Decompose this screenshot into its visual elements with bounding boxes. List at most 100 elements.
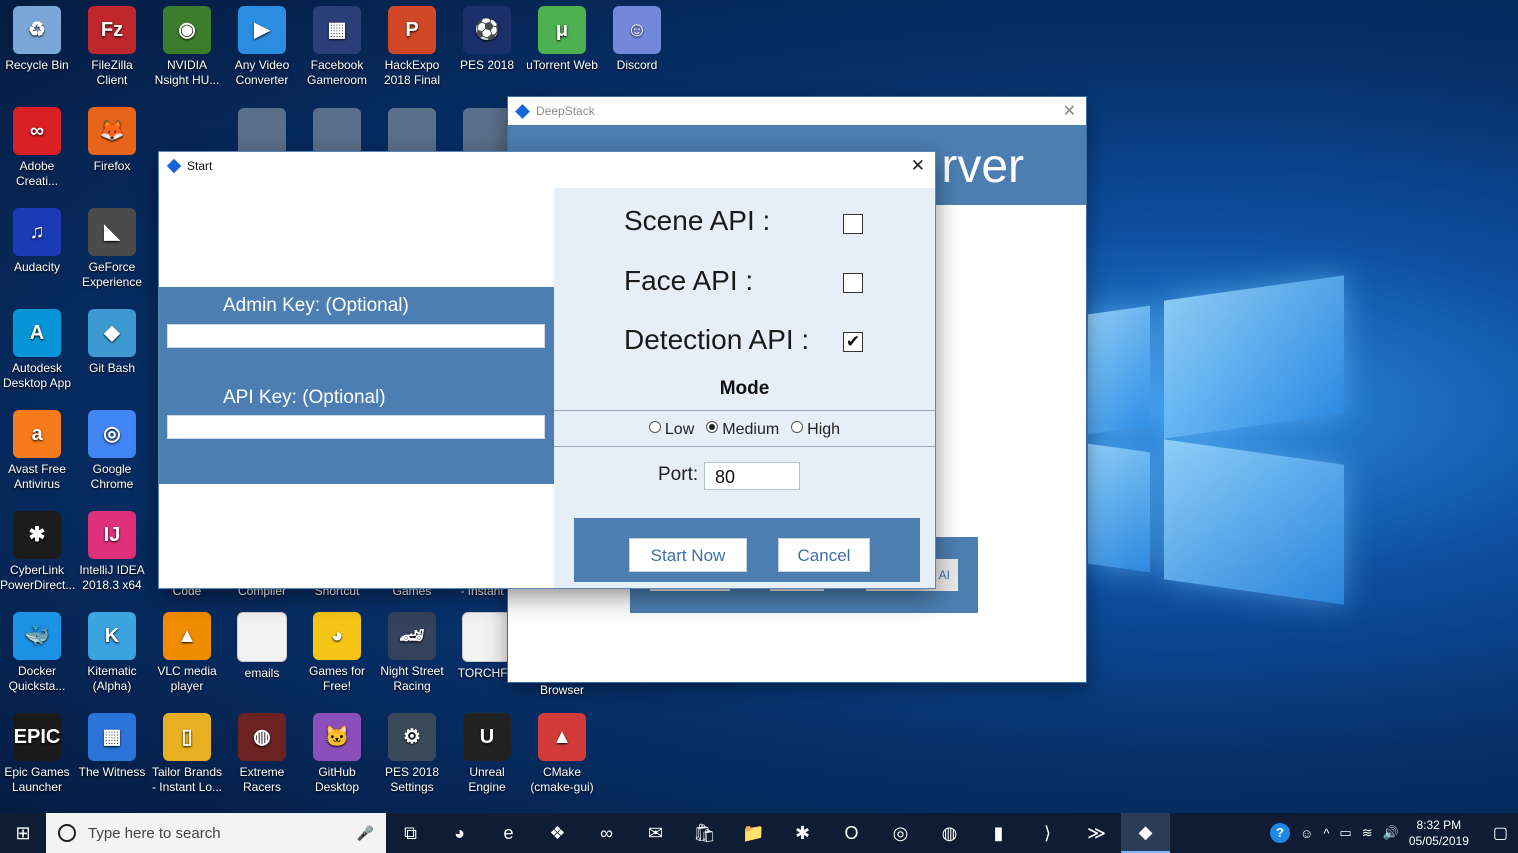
app-icon <box>388 108 436 156</box>
deepstack-banner-text: rver <box>941 140 1024 193</box>
clock[interactable]: 8:32 PM 05/05/2019 <box>1409 817 1469 849</box>
desktop-icon[interactable]: ▲ VLC media player <box>150 612 224 694</box>
desktop-icon[interactable]: ◍ Extreme Racers <box>225 713 299 795</box>
desktop-partial-label: Browser <box>540 683 585 697</box>
desktop-icon[interactable]: emails <box>225 612 299 681</box>
desktop-icon[interactable]: ☺ Discord <box>600 6 674 73</box>
close-icon[interactable]: ✕ <box>911 156 925 176</box>
admin-key-input[interactable] <box>167 324 545 348</box>
taskbar-deepstack-icon[interactable]: ◆ <box>1121 813 1170 853</box>
mode-medium-radio[interactable]: Medium <box>706 421 779 439</box>
taskbar-vscode-icon[interactable]: ⟩ <box>1023 813 1072 853</box>
api-key-input[interactable] <box>167 415 545 439</box>
desktop-icon-label: Recycle Bin <box>5 58 69 72</box>
system-tray: ? ☺ ^ ▭ ≋ 🔊 8:32 PM 05/05/2019 ▢ <box>1270 817 1518 849</box>
taskbar-file-explorer-icon[interactable]: 📁 <box>729 813 778 853</box>
taskbar-chrome-icon[interactable]: ◎ <box>876 813 925 853</box>
port-input[interactable]: 80 <box>704 462 800 490</box>
app-icon: ♻ <box>13 6 61 54</box>
people-icon[interactable]: ☺ <box>1300 826 1313 841</box>
app-icon: U <box>463 713 511 761</box>
desktop-icon[interactable]: Fz FileZilla Client <box>75 6 149 88</box>
desktop-icon[interactable]: 🦊 Firefox <box>75 107 149 174</box>
app-icon: μ <box>538 6 586 54</box>
start-dialog[interactable]: Start ✕ Admin Key: (Optional) API Key: (… <box>159 152 935 588</box>
mode-low-radio[interactable]: Low <box>648 421 694 439</box>
microphone-icon[interactable]: 🎤 <box>357 825 374 842</box>
app-icon: ◕ <box>313 612 361 660</box>
taskbar-firefox-icon[interactable]: ◕ <box>435 813 484 853</box>
taskbar-store-icon[interactable]: 🛍 <box>680 813 729 853</box>
taskbar-task-view-icon[interactable]: ⧉ <box>386 813 435 853</box>
start-now-button[interactable]: Start Now <box>629 538 747 572</box>
desktop-icon-label: Git Bash <box>88 361 136 375</box>
chevron-up-icon[interactable]: ^ <box>1323 826 1329 841</box>
desktop-icon-label: Docker Quicksta... <box>8 664 66 693</box>
desktop-icon[interactable]: ✱ CyberLink PowerDirect... <box>0 511 76 593</box>
deepstack-titlebar[interactable]: DeepStack ✕ <box>508 97 1086 125</box>
wifi-icon[interactable]: ≋ <box>1362 825 1373 841</box>
desktop-icon[interactable]: ∞ Adobe Creati... <box>0 107 74 189</box>
scene-api-checkbox[interactable] <box>843 214 863 234</box>
desktop-icon[interactable]: ▦ Facebook Gameroom <box>300 6 374 88</box>
cancel-button[interactable]: Cancel <box>778 538 870 572</box>
desktop-icon[interactable]: ▦ The Witness <box>75 713 149 780</box>
taskbar-cyberlink-icon[interactable]: ✱ <box>778 813 827 853</box>
taskbar-search[interactable]: Type here to search 🎤 <box>46 813 386 853</box>
desktop-icon[interactable]: ⚙ PES 2018 Settings <box>375 713 449 795</box>
app-icon: ▦ <box>88 713 136 761</box>
app-icon: ◍ <box>238 713 286 761</box>
taskbar-infinity-icon[interactable]: ∞ <box>582 813 631 853</box>
desktop-icon[interactable]: EPIC Epic Games Launcher <box>0 713 74 795</box>
volume-icon[interactable]: 🔊 <box>1383 825 1399 841</box>
desktop-icon[interactable]: K Kitematic (Alpha) <box>75 612 149 694</box>
app-icon: 🏎 <box>388 612 436 660</box>
battery-icon[interactable]: ▭ <box>1339 825 1351 841</box>
help-icon[interactable]: ? <box>1270 823 1291 843</box>
desktop-icon[interactable]: ◣ GeForce Experience <box>75 208 149 290</box>
desktop-icon-label: HackExpo 2018 Final <box>383 58 441 87</box>
desktop-icon[interactable]: ◕ Games for Free! <box>300 612 374 694</box>
desktop-icon[interactable]: ⚽ PES 2018 <box>450 6 524 73</box>
desktop-icon[interactable]: P HackExpo 2018 Final <box>375 6 449 88</box>
desktop-icon[interactable]: μ uTorrent Web <box>525 6 599 73</box>
notifications-icon[interactable]: ▢ <box>1493 823 1508 843</box>
desktop-icon[interactable]: ▯ Tailor Brands - Instant Lo... <box>150 713 224 795</box>
face-api-checkbox[interactable] <box>843 273 863 293</box>
desktop-icon[interactable]: ◆ Git Bash <box>75 309 149 376</box>
taskbar: ⊞ Type here to search 🎤 ⧉ ◕ e ❖ ∞ ✉ 🛍 📁 ✱ O ◎ ◍ ▮ ⟩ ≫ ◆… <box>0 813 1518 853</box>
desktop-icon[interactable]: a Avast Free Antivirus <box>0 410 74 492</box>
deepstack-app-icon <box>515 103 530 119</box>
mode-radio-group: Low Medium High <box>554 414 935 446</box>
desktop-icon[interactable]: ◎ Google Chrome <box>75 410 149 492</box>
desktop-icon[interactable]: U Unreal Engine <box>450 713 524 795</box>
start-titlebar[interactable]: Start ✕ <box>159 152 935 180</box>
desktop-icon[interactable]: ▶ Any Video Converter <box>225 6 299 88</box>
app-icon: EPIC <box>13 713 61 761</box>
desktop-icon[interactable]: ♻ Recycle Bin <box>0 6 74 73</box>
desktop-icon-label: CyberLink PowerDirect... <box>0 563 76 592</box>
detection-api-checkbox[interactable]: ✔ <box>843 332 863 352</box>
taskbar-browser-icon[interactable]: ◍ <box>925 813 974 853</box>
mode-high-radio[interactable]: High <box>791 421 840 439</box>
taskbar-opera-icon[interactable]: O <box>827 813 876 853</box>
keys-panel: Admin Key: (Optional) API Key: (Optional… <box>159 287 554 484</box>
desktop-icon[interactable]: ▲ CMake (cmake-gui) <box>525 713 599 795</box>
desktop-icon[interactable]: 🐳 Docker Quicksta... <box>0 612 74 694</box>
desktop-icon[interactable]: A Autodesk Desktop App <box>0 309 74 391</box>
app-icon: Fz <box>88 6 136 54</box>
app-icon: ◆ <box>88 309 136 357</box>
desktop-icon[interactable]: ♫ Audacity <box>0 208 74 275</box>
desktop-icon[interactable]: 🏎 Night Street Racing <box>375 612 449 694</box>
taskbar-sticky-notes-icon[interactable]: ▮ <box>974 813 1023 853</box>
desktop-icon[interactable]: ◉ NVIDIA Nsight HU... <box>150 6 224 88</box>
taskbar-edge-icon[interactable]: e <box>484 813 533 853</box>
desktop-icon[interactable]: IJ IntelliJ IDEA 2018.3 x64 <box>75 511 149 593</box>
desktop-icon[interactable]: 🐱 GitHub Desktop <box>300 713 374 795</box>
taskbar-mail-icon[interactable]: ✉ <box>631 813 680 853</box>
app-icon: ◣ <box>88 208 136 256</box>
close-icon[interactable]: ✕ <box>1063 101 1076 121</box>
taskbar-powershell-icon[interactable]: ≫ <box>1072 813 1121 853</box>
taskbar-dropbox-icon[interactable]: ❖ <box>533 813 582 853</box>
windows-start-icon[interactable]: ⊞ <box>0 813 46 853</box>
